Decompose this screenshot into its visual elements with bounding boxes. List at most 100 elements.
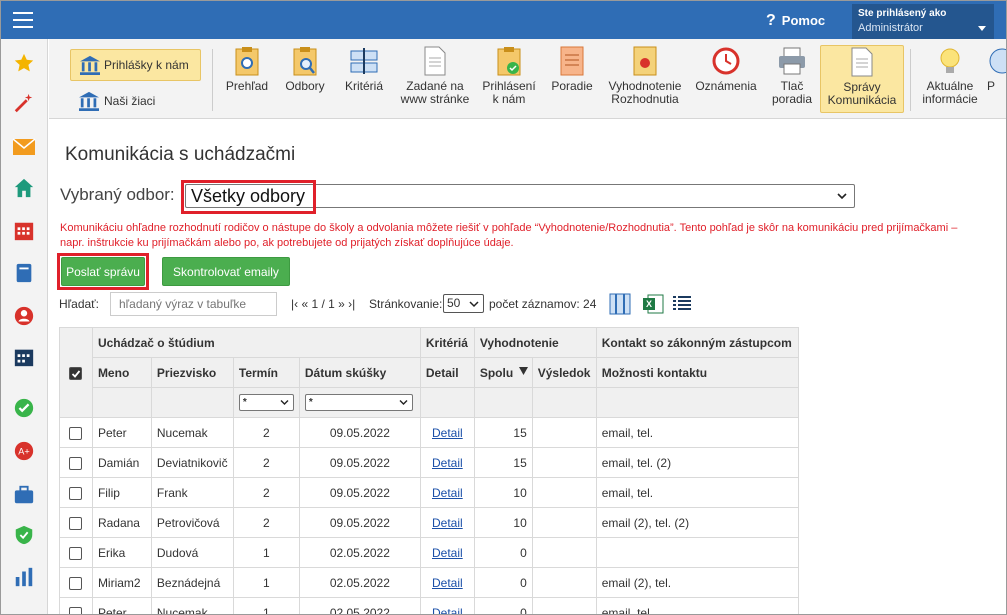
detail-link[interactable]: Detail: [432, 516, 463, 530]
toolbar-label: Rozhodnutia: [611, 92, 679, 106]
cell-meno: Radana: [91, 507, 152, 538]
printer-icon: [777, 45, 807, 77]
detail-cell: Detail: [419, 597, 475, 615]
row-checkbox[interactable]: [69, 606, 83, 614]
detail-link[interactable]: Detail: [432, 426, 463, 440]
clipboard-eye-icon: [232, 45, 262, 77]
hamburger-menu-icon[interactable]: [13, 12, 33, 28]
toolbar-item-zadane[interactable]: Zadané na www stránke: [395, 45, 475, 113]
cell-vysledok: [531, 537, 597, 568]
cell-kontakt: email, tel.: [595, 597, 800, 614]
select-all-checkbox[interactable]: [69, 366, 83, 380]
sort-desc-icon[interactable]: [518, 367, 528, 375]
cell-priezvisko: Nucemak: [150, 417, 234, 448]
toolbar-item-tlac[interactable]: Tlač poradia: [766, 45, 818, 113]
clock-icon: [711, 45, 741, 77]
col-header-termin[interactable]: Termín: [232, 357, 300, 388]
star-icon[interactable]: [12, 51, 36, 75]
toolbar-item-prehlad[interactable]: Prehľad: [221, 45, 273, 113]
app-window: ? Pomoc Ste prihlásený ako Administrátor …: [0, 0, 1007, 615]
datum-filter-select[interactable]: *: [304, 394, 413, 411]
detail-link[interactable]: Detail: [432, 456, 463, 470]
col-header-meno[interactable]: Meno: [91, 357, 152, 388]
col-header-vysledok[interactable]: Výsledok: [531, 357, 597, 388]
cell-vysledok: [531, 477, 597, 508]
filter-cell: [150, 387, 234, 418]
bar-chart-icon[interactable]: [12, 565, 36, 589]
schedule-icon[interactable]: [12, 345, 36, 369]
toolbar-item-odbory[interactable]: Odbory: [279, 45, 331, 113]
row-checkbox[interactable]: [69, 576, 83, 590]
paging-select[interactable]: 50: [443, 294, 484, 313]
cell-vysledok: [531, 447, 597, 478]
row-checkbox[interactable]: [69, 546, 83, 560]
detail-cell: Detail: [419, 417, 475, 448]
select-all-cell: [59, 327, 93, 418]
row-select-cell: [59, 447, 93, 478]
message-document-icon: [847, 46, 877, 78]
check-badge-icon[interactable]: [12, 396, 36, 420]
termin-filter-select[interactable]: *: [238, 394, 294, 411]
toolbar-item-prihlaseni[interactable]: Prihlásení k nám: [479, 45, 539, 113]
row-checkbox[interactable]: [69, 486, 83, 500]
excel-icon[interactable]: X: [642, 293, 664, 315]
group-header-evaluation: Vyhodnotenie: [473, 327, 597, 358]
toolbar-item-vyhodnotenie[interactable]: Vyhodnotenie Rozhodnutia: [601, 45, 689, 113]
toolbar-item-kriteria[interactable]: Kritériá: [338, 45, 390, 113]
toolbar-item-poradie[interactable]: Poradie: [546, 45, 598, 113]
col-header-spolu[interactable]: Spolu: [473, 357, 533, 388]
cell-meno: Damián: [91, 447, 152, 478]
help-link[interactable]: ? Pomoc: [766, 12, 825, 30]
calendar-icon[interactable]: [12, 219, 36, 243]
toolbar: Prihlášky k nám Naši žiaci Prehľad Odbor…: [49, 39, 1006, 119]
person-icon[interactable]: [12, 304, 36, 328]
toolbar-label: Poradie: [551, 79, 593, 93]
detail-link[interactable]: Detail: [432, 606, 463, 615]
toolbar-item-oznamenia[interactable]: Oznámenia: [692, 45, 760, 113]
toolbar-item-spravy[interactable]: Správy Komunikácia: [820, 45, 904, 113]
mail-icon[interactable]: [12, 135, 36, 159]
toolbar-item-aktualne[interactable]: Aktuálne informácie: [915, 45, 985, 113]
row-select-cell: [59, 597, 93, 614]
highlight-frame: [57, 253, 149, 290]
columns-icon[interactable]: [609, 293, 631, 315]
shield-icon[interactable]: [12, 523, 36, 547]
cell-priezvisko: Frank: [150, 477, 234, 508]
book-icon[interactable]: [12, 261, 36, 285]
home-icon[interactable]: [12, 176, 36, 200]
detail-link[interactable]: Detail: [432, 486, 463, 500]
cell-termin: 1: [232, 597, 300, 614]
magic-wand-icon[interactable]: [12, 91, 36, 115]
cell-termin: 2: [232, 447, 300, 478]
col-header-priezvisko[interactable]: Priezvisko: [150, 357, 234, 388]
cell-kontakt: email, tel.: [595, 417, 800, 448]
briefcase-icon[interactable]: [12, 483, 36, 507]
cell-spolu: 15: [473, 417, 533, 448]
applications-button[interactable]: Prihlášky k nám: [70, 49, 201, 81]
svg-text:X: X: [646, 299, 652, 309]
row-checkbox[interactable]: [69, 456, 83, 470]
cell-datum: 09.05.2022: [298, 447, 421, 478]
toolbar-divider: [910, 49, 911, 111]
toolbar-item-partial[interactable]: P: [987, 45, 1006, 113]
cell-priezvisko: Beznádejná: [150, 567, 234, 598]
cell-kontakt: email (2), tel. (2): [595, 507, 800, 538]
detail-link[interactable]: Detail: [432, 576, 463, 590]
list-icon[interactable]: [673, 296, 691, 310]
grade-badge-icon[interactable]: A+: [12, 439, 36, 463]
pager[interactable]: |‹ « 1 / 1 » ›|: [291, 297, 355, 311]
col-header-detail: Detail: [419, 357, 475, 388]
web-document-icon: [420, 45, 450, 77]
user-menu[interactable]: Ste prihlásený ako Administrátor: [852, 4, 994, 39]
row-checkbox[interactable]: [69, 516, 83, 530]
check-emails-button[interactable]: Skontrolovať emaily: [162, 257, 290, 286]
row-checkbox[interactable]: [69, 426, 83, 440]
students-button[interactable]: Naši žiaci: [78, 89, 155, 113]
certificate-icon: [630, 45, 660, 77]
col-header-datum[interactable]: Dátum skúšky: [298, 357, 421, 388]
cell-termin: 2: [232, 417, 300, 448]
search-input[interactable]: [110, 292, 277, 316]
detail-link[interactable]: Detail: [432, 546, 463, 560]
sidebar: A+: [1, 39, 48, 614]
col-header-kontakt[interactable]: Možnosti kontaktu: [595, 357, 800, 388]
